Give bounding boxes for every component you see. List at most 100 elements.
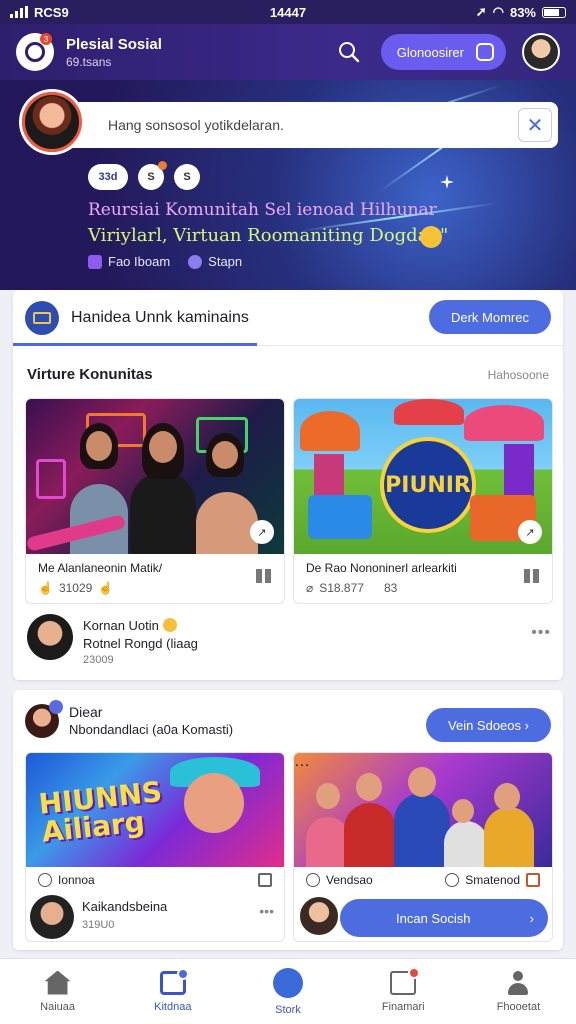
person-figure <box>196 492 258 554</box>
nav-home[interactable]: Naiuaa <box>0 959 115 1024</box>
emoji-icon <box>162 618 177 632</box>
composer-input[interactable]: Hang sonsosol yotikdelaran. ✕ <box>62 102 558 148</box>
event-foot-right[interactable]: Smatenod <box>445 873 540 887</box>
search-button[interactable] <box>333 36 365 68</box>
featured-card: Diear Nbondandlaci (a0a Komasti) Vein Sd… <box>13 690 563 950</box>
tag-icon <box>445 873 460 887</box>
event-thumbnail: … <box>294 753 552 867</box>
nav-inbox[interactable]: Finamari <box>346 959 461 1024</box>
character-figure <box>184 773 244 833</box>
app-logo-icon[interactable]: 3 <box>16 33 54 71</box>
section-see-all-link[interactable]: Hahosoone <box>488 368 549 382</box>
circle-icon <box>188 254 203 269</box>
profile-sub: 319U0 <box>82 919 115 931</box>
chevron-right-icon: › <box>529 910 534 926</box>
profile-avatar[interactable] <box>522 33 560 71</box>
pause-icon[interactable] <box>256 569 272 583</box>
brand: Plesial Sosial 69.tsans <box>66 36 162 69</box>
chip-2[interactable]: S <box>138 161 167 190</box>
hero-meta: Fao Iboam Stapn <box>88 254 242 269</box>
event-tile[interactable]: HIUNNS Ailiarg Ionnoa Kaikandsbeina 319U… <box>25 752 285 942</box>
profile-subtitle: Rotnel Rongd (liaag <box>83 636 198 651</box>
nav-play[interactable]: Stork <box>230 959 345 1024</box>
header-action-button[interactable]: Derk Momrec <box>428 300 551 334</box>
event-hero-text: HIUNNS Ailiarg <box>37 775 164 849</box>
status-bar: RCS9 14447 ➚ ◠ 83% <box>0 0 576 24</box>
square-icon <box>258 873 272 887</box>
nav-label: Kitdnaa <box>154 1000 192 1013</box>
card-subtitle: Nbondandlaci (a0a Komasti) <box>69 722 234 737</box>
room-tile[interactable]: ↗ Me Alanlaneonin Matik/ ☝ 31029 ☝ <box>25 398 285 604</box>
cards-icon <box>159 967 189 995</box>
community-card: Hanidea Unnk kaminains Derk Momrec Virtu… <box>13 290 563 680</box>
app-bar: 3 Plesial Sosial 69.tsans Glonoosirer <box>0 24 576 80</box>
more-icon[interactable]: ••• <box>259 903 274 919</box>
event-foot: Ionnoa <box>38 873 95 887</box>
bottom-nav: Naiuaa Kitdnaa Stork Finamari Fhooetat <box>0 958 576 1024</box>
hero-banner: Hang sonsosol yotikdelaran. ✕ 33d S S Re… <box>0 80 576 290</box>
share-icon[interactable]: ↗ <box>250 520 274 544</box>
chip-row: 33d S S <box>88 161 200 190</box>
section-title: Virture Konunitas <box>27 366 153 383</box>
person-figure <box>130 472 196 554</box>
nav-cards[interactable]: Kitdnaa <box>115 959 230 1024</box>
room-thumbnail: PIUNIR ↗ <box>294 399 552 554</box>
square-icon <box>476 43 494 61</box>
play-icon <box>273 967 303 998</box>
card-header-label[interactable]: Hanidea Unnk kaminains <box>71 309 249 327</box>
hero-meta-left[interactable]: Fao Iboam <box>108 254 170 269</box>
battery-icon <box>542 6 566 18</box>
room-meta: ⌀ S18.877 83 <box>306 581 398 595</box>
card-title: Diear <box>69 704 103 720</box>
nav-label: Stork <box>275 1003 301 1016</box>
dome-shape <box>300 411 360 451</box>
brand-title: Plesial Sosial <box>66 35 162 53</box>
profile-time: 23009 <box>83 654 114 666</box>
nav-profile[interactable]: Fhooetat <box>461 959 576 1024</box>
chevron-right-icon: › <box>524 717 529 733</box>
nav-label: Finamari <box>381 1000 425 1013</box>
sparkle-icon <box>440 175 454 189</box>
avatar <box>30 895 74 939</box>
room-tile[interactable]: PIUNIR ↗ De Rao Nononinerl arlearkiti ⌀ S… <box>293 398 553 604</box>
share-icon[interactable]: ↗ <box>518 520 542 544</box>
brand-subtitle: 69.tsans <box>66 54 112 69</box>
home-icon <box>44 970 71 995</box>
composer: Hang sonsosol yotikdelaran. ✕ <box>22 92 558 158</box>
chip-1[interactable]: 33d <box>88 164 128 190</box>
clock: 14447 <box>269 4 307 20</box>
composer-avatar <box>22 92 82 152</box>
close-icon: ✕ <box>526 114 544 137</box>
event-foot-right[interactable] <box>258 873 272 887</box>
avatar <box>298 895 340 937</box>
view-button[interactable]: Vein Sdoeos › <box>426 708 551 742</box>
profile-name: Kornan Uotin <box>83 618 177 633</box>
square-icon <box>526 873 540 887</box>
room-title: De Rao Nononinerl arlearkiti <box>306 561 457 575</box>
close-button[interactable]: ✕ <box>518 108 552 142</box>
top-pill-button[interactable]: Glonoosirer <box>380 34 506 70</box>
join-button[interactable]: Incan Socish › <box>340 899 548 937</box>
profile-row[interactable]: Kornan Uotin Rotnel Rongd (liaag 23009 •… <box>27 614 551 666</box>
sync-icon <box>306 873 320 887</box>
nav-label: Naiuaa <box>40 1000 76 1013</box>
chip-3[interactable]: S <box>174 164 200 190</box>
nav-label: Fhooetat <box>496 1000 541 1013</box>
search-icon <box>338 42 359 63</box>
inbox-icon <box>390 966 421 995</box>
active-tab-indicator <box>13 343 257 346</box>
event-tile[interactable]: … Vendsao Smatenod Incan Socish › <box>293 752 553 942</box>
crate-shape <box>308 495 372 539</box>
hero-meta-right[interactable]: Stapn <box>208 254 242 269</box>
more-icon[interactable]: ••• <box>531 624 551 642</box>
like-icon: ☝ <box>38 581 53 595</box>
room-title: Me Alanlaneonin Matik/ <box>38 561 163 575</box>
chip-badge <box>158 161 167 170</box>
like-icon: ☝ <box>98 581 114 595</box>
badge-icon <box>49 700 63 714</box>
avatar <box>27 614 73 660</box>
room-thumbnail: ↗ <box>26 399 284 554</box>
sync-icon <box>38 873 52 887</box>
composer-placeholder: Hang sonsosol yotikdelaran. <box>108 117 284 133</box>
pause-icon[interactable] <box>524 569 540 583</box>
